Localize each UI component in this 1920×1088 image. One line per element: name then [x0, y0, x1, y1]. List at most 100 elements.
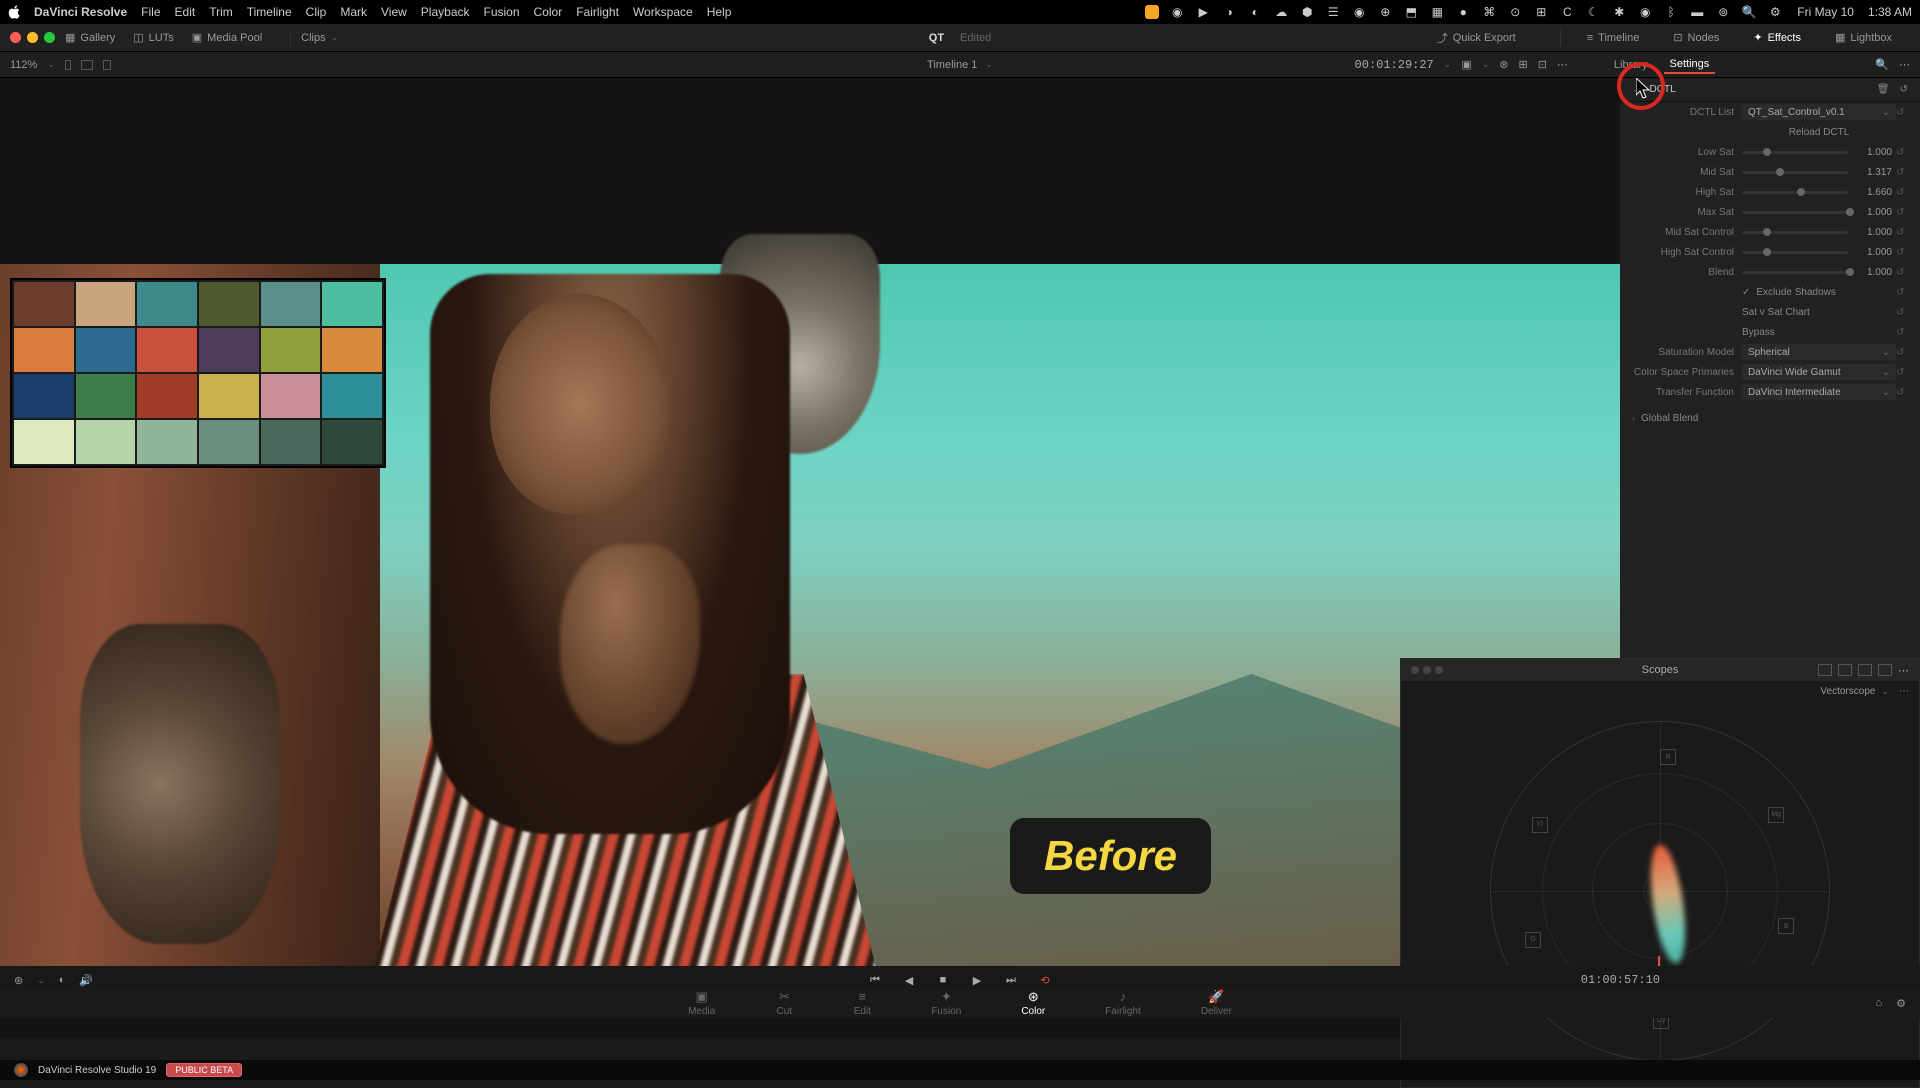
- status-icon-15[interactable]: ⊙: [1507, 4, 1523, 20]
- settings-tab[interactable]: Settings: [1664, 56, 1716, 74]
- param-slider[interactable]: [1742, 231, 1848, 234]
- mediapool-button[interactable]: ▣Media Pool: [192, 31, 262, 44]
- param-value[interactable]: 1.660: [1848, 187, 1896, 198]
- collapse-icon[interactable]: ⌄: [1632, 84, 1640, 95]
- scope-layout-1[interactable]: [1818, 664, 1832, 676]
- bypass-icon[interactable]: ◐: [59, 974, 66, 986]
- reset-effect-icon[interactable]: ↺: [1900, 84, 1908, 95]
- dctl-list-dropdown[interactable]: QT_Sat_Control_v0.1: [1742, 104, 1896, 120]
- status-icon-5[interactable]: ◐: [1247, 4, 1263, 20]
- status-icon-11[interactable]: ⬒: [1403, 4, 1419, 20]
- menu-playback[interactable]: Playback: [421, 5, 470, 19]
- reset-icon[interactable]: ↺: [1896, 387, 1908, 398]
- timeline-button[interactable]: ≡Timeline: [1587, 32, 1640, 44]
- param-value[interactable]: 1.000: [1848, 247, 1896, 258]
- reset-icon[interactable]: ↺: [1896, 247, 1908, 258]
- reset-icon[interactable]: ↺: [1896, 267, 1908, 278]
- maximize-window-button[interactable]: [44, 32, 55, 43]
- prev-clip-button[interactable]: ⏮: [867, 972, 883, 988]
- status-icon-9[interactable]: ◉: [1351, 4, 1367, 20]
- scope-layout-2[interactable]: [1838, 664, 1852, 676]
- audio-icon[interactable]: 🔊: [79, 974, 93, 987]
- reset-icon[interactable]: ↺: [1896, 207, 1908, 218]
- search-icon[interactable]: 🔍: [1875, 58, 1889, 71]
- param-value[interactable]: 1.000: [1848, 227, 1896, 238]
- project-settings-icon[interactable]: ⚙: [1896, 997, 1906, 1010]
- zoom-control[interactable]: 112% ⌄: [10, 59, 111, 71]
- param-value[interactable]: 1.000: [1848, 147, 1896, 158]
- home-icon[interactable]: ⌂: [1875, 997, 1882, 1010]
- scope-layout-3[interactable]: [1858, 664, 1872, 676]
- transport-timecode[interactable]: 01:00:57:10: [1581, 973, 1660, 987]
- search-icon[interactable]: 🔍: [1741, 4, 1757, 20]
- menu-trim[interactable]: Trim: [209, 5, 233, 19]
- exclude-shadows-label[interactable]: Exclude Shadows: [1756, 287, 1836, 298]
- page-fusion[interactable]: ✦Fusion: [931, 990, 961, 1017]
- nodes-button[interactable]: ⊡Nodes: [1673, 31, 1719, 44]
- effects-button[interactable]: ✦Effects: [1753, 31, 1801, 44]
- resolve-logo-small[interactable]: ⊛: [14, 974, 23, 987]
- timeline-selector[interactable]: Timeline 1 ⌄: [927, 59, 993, 71]
- close-window-button[interactable]: [10, 32, 21, 43]
- transfer-fn-dropdown[interactable]: DaVinci Intermediate: [1742, 384, 1896, 400]
- status-icon-1[interactable]: [1145, 5, 1159, 19]
- status-icon-17[interactable]: C: [1559, 4, 1575, 20]
- more-icon[interactable]: ⋯: [1899, 58, 1910, 71]
- page-media[interactable]: ▣Media: [688, 990, 715, 1017]
- param-slider[interactable]: [1742, 271, 1848, 274]
- minimize-window-button[interactable]: [27, 32, 38, 43]
- status-icon-18[interactable]: ☾: [1585, 4, 1601, 20]
- menu-fusion[interactable]: Fusion: [484, 5, 520, 19]
- global-blend-label[interactable]: Global Blend: [1641, 413, 1698, 424]
- menu-timeline[interactable]: Timeline: [247, 5, 292, 19]
- view-mode-3[interactable]: [103, 60, 111, 70]
- status-icon-13[interactable]: ●: [1455, 4, 1471, 20]
- view-mode-2[interactable]: [81, 60, 93, 70]
- expand-icon[interactable]: ›: [1632, 413, 1635, 423]
- wifi-icon[interactable]: ⊚: [1715, 4, 1731, 20]
- param-value[interactable]: 1.317: [1848, 167, 1896, 178]
- page-cut[interactable]: ✂Cut: [775, 990, 793, 1017]
- param-slider[interactable]: [1742, 211, 1848, 214]
- page-color[interactable]: ⊛Color: [1021, 990, 1045, 1017]
- status-icon-12[interactable]: ▦: [1429, 4, 1445, 20]
- scope-dot-3[interactable]: [1435, 666, 1443, 674]
- status-icon-14[interactable]: ⌘: [1481, 4, 1497, 20]
- reload-dctl-button[interactable]: Reload DCTL: [1742, 127, 1896, 138]
- reset-icon[interactable]: ↺: [1896, 167, 1908, 178]
- scope-type-selector[interactable]: Vectorscope ⌄ ⋯: [1401, 681, 1919, 701]
- reset-icon[interactable]: ↺: [1896, 187, 1908, 198]
- bypass-label[interactable]: Bypass: [1742, 327, 1896, 338]
- param-value[interactable]: 1.000: [1848, 267, 1896, 278]
- page-fairlight[interactable]: ♪Fairlight: [1105, 990, 1141, 1017]
- control-center-icon[interactable]: ⚙: [1767, 4, 1783, 20]
- reset-icon[interactable]: ↺: [1896, 107, 1908, 118]
- loop-button[interactable]: ⟲: [1037, 972, 1053, 988]
- viewer-timecode[interactable]: 00:01:29:27: [1355, 58, 1434, 72]
- status-icon-20[interactable]: ◉: [1637, 4, 1653, 20]
- param-slider[interactable]: [1742, 171, 1848, 174]
- quickexport-button[interactable]: ⤴Quick Export: [1437, 30, 1516, 46]
- param-value[interactable]: 1.000: [1848, 207, 1896, 218]
- viewer-tool-4[interactable]: ⊡: [1538, 58, 1547, 71]
- menubar-date[interactable]: Fri May 10: [1797, 5, 1854, 19]
- menu-help[interactable]: Help: [707, 5, 732, 19]
- status-icon-10[interactable]: ⊕: [1377, 4, 1393, 20]
- battery-icon[interactable]: ▬: [1689, 4, 1705, 20]
- viewer[interactable]: Before: [0, 78, 1620, 1038]
- bluetooth-icon[interactable]: ᛒ: [1663, 4, 1679, 20]
- scope-dot-1[interactable]: [1411, 666, 1419, 674]
- sat-model-dropdown[interactable]: Spherical: [1742, 344, 1896, 360]
- delete-effect-icon[interactable]: 🗑: [1877, 84, 1890, 95]
- step-back-button[interactable]: ◀: [901, 972, 917, 988]
- sat-chart-label[interactable]: Sat v Sat Chart: [1742, 307, 1896, 318]
- status-icon-3[interactable]: ▶: [1195, 4, 1211, 20]
- colorspace-dropdown[interactable]: DaVinci Wide Gamut: [1742, 364, 1896, 380]
- param-slider[interactable]: [1742, 151, 1848, 154]
- param-slider[interactable]: [1742, 191, 1848, 194]
- lightbox-button[interactable]: ▦Lightbox: [1835, 31, 1892, 44]
- library-tab[interactable]: Library: [1608, 57, 1654, 73]
- menu-workspace[interactable]: Workspace: [633, 5, 693, 19]
- menu-color[interactable]: Color: [534, 5, 563, 19]
- next-clip-button[interactable]: ⏭: [1003, 972, 1019, 988]
